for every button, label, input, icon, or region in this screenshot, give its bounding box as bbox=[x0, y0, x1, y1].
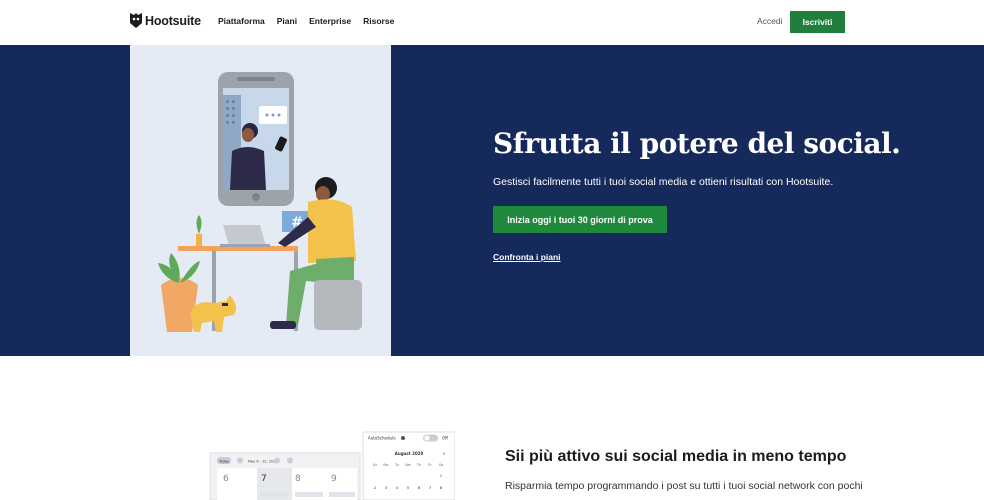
svg-text:Su: Su bbox=[373, 463, 377, 467]
today-label: Today bbox=[218, 460, 229, 464]
nav-link-piani[interactable]: Piani bbox=[277, 16, 297, 26]
nav-link-piattaforma[interactable]: Piattaforma bbox=[218, 16, 265, 26]
compare-plans-link[interactable]: Confronta i piani bbox=[493, 252, 561, 262]
svg-text:Tu: Tu bbox=[394, 463, 399, 467]
prev-week-icon[interactable] bbox=[237, 457, 243, 464]
scheduled-post-card bbox=[329, 492, 355, 497]
scheduler-mockup: Today May 6 - 12, 2020 6 7 8 9 AutoSched… bbox=[205, 430, 456, 500]
chevron-right-icon[interactable]: › bbox=[443, 451, 445, 458]
scheduled-post-card bbox=[260, 492, 288, 497]
nav-link-enterprise[interactable]: Enterprise bbox=[309, 16, 351, 26]
day-number-today: 7 bbox=[261, 474, 267, 484]
day-number: 8 bbox=[295, 474, 301, 484]
week-range: May 6 - 12, 2020 bbox=[248, 460, 278, 464]
add-post-icon[interactable] bbox=[287, 457, 293, 464]
next-week-icon[interactable] bbox=[274, 457, 280, 464]
info-icon bbox=[401, 436, 405, 440]
day-number: 6 bbox=[223, 474, 229, 484]
nav-link-risorse[interactable]: Risorse bbox=[363, 16, 394, 26]
hero-illustration: # bbox=[130, 45, 391, 356]
hootsuite-logo[interactable]: Hootsuite bbox=[130, 13, 201, 28]
hero-title: Sfrutta il potere del social. bbox=[493, 127, 901, 160]
login-link[interactable]: Accedi bbox=[757, 16, 783, 26]
autoschedule-label: AutoSchedule bbox=[368, 436, 396, 441]
hero-section: # Sfrutta il potere del social. Gestisci… bbox=[0, 45, 984, 356]
main-menu: Piattaforma Piani Enterprise Risorse bbox=[218, 16, 394, 26]
feature-title: Sii più attivo sui social media in meno … bbox=[505, 448, 847, 465]
logo-text: Hootsuite bbox=[145, 13, 201, 28]
top-navigation: Hootsuite Piattaforma Piani Enterprise R… bbox=[0, 0, 984, 45]
svg-text:Th: Th bbox=[416, 463, 421, 467]
day-number: 9 bbox=[331, 474, 337, 484]
hero-subtitle: Gestisci facilmente tutti i tuoi social … bbox=[493, 176, 834, 188]
start-trial-button[interactable]: Inizia oggi i tuoi 30 giorni di prova bbox=[493, 206, 667, 233]
toggle-state: Off bbox=[442, 436, 448, 441]
svg-text:Mo: Mo bbox=[383, 463, 388, 467]
svg-text:Sa: Sa bbox=[439, 463, 443, 467]
signup-button[interactable]: Iscriviti bbox=[790, 11, 845, 33]
calendar-month: August 2020 bbox=[395, 451, 424, 456]
feature-text: Risparmia tempo programmando i post su t… bbox=[505, 480, 863, 492]
person-at-desk-illustration: # bbox=[158, 72, 362, 332]
owl-icon bbox=[130, 13, 142, 28]
svg-text:We: We bbox=[405, 463, 410, 467]
svg-text:Fr: Fr bbox=[428, 463, 432, 467]
scheduled-post-card bbox=[295, 492, 323, 497]
